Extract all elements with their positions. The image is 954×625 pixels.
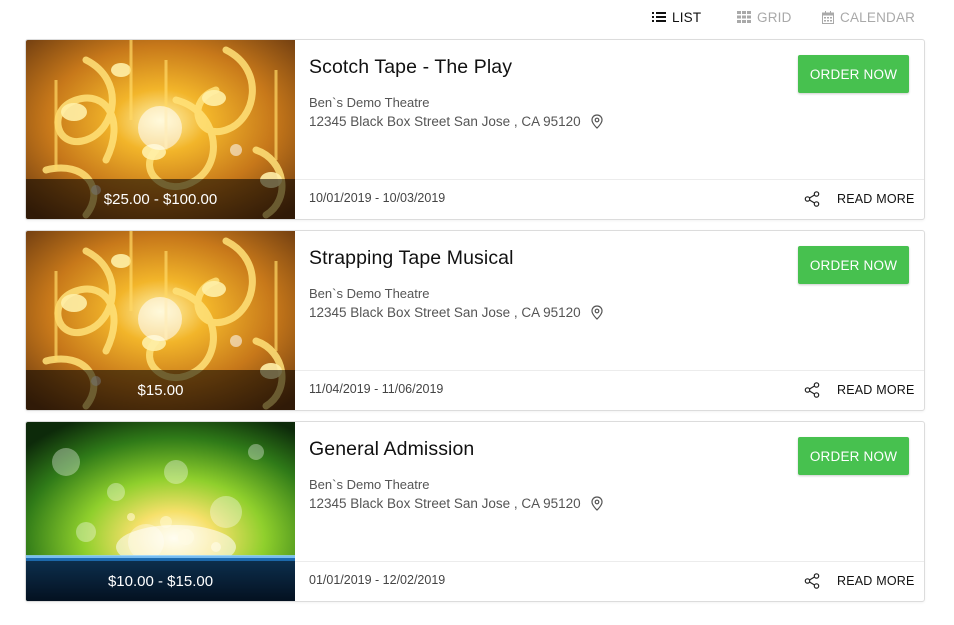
- event-dates: 10/01/2019 - 10/03/2019: [309, 191, 446, 205]
- view-option-list[interactable]: LIST: [652, 8, 701, 26]
- map-pin-icon[interactable]: [591, 114, 603, 129]
- divider: [295, 561, 924, 562]
- event-title[interactable]: Strapping Tape Musical: [309, 247, 514, 270]
- venue-address: 12345 Black Box Street San Jose , CA 951…: [309, 305, 603, 320]
- grid-icon: [737, 11, 751, 23]
- list-icon: [652, 12, 666, 22]
- order-now-button[interactable]: ORDER NOW: [798, 246, 909, 284]
- event-dates: 11/04/2019 - 11/06/2019: [309, 382, 444, 396]
- event-dates: 01/01/2019 - 12/02/2019: [309, 573, 446, 587]
- read-more-link[interactable]: READ MORE: [837, 192, 915, 206]
- divider: [295, 179, 924, 180]
- price-range: $25.00 - $100.00: [26, 179, 295, 219]
- view-switcher: LIST GRID CALENDAR: [0, 0, 954, 34]
- price-range: $10.00 - $15.00: [26, 561, 295, 601]
- view-option-label: LIST: [672, 9, 702, 25]
- calendar-icon: [822, 10, 834, 24]
- map-pin-icon[interactable]: [591, 496, 603, 511]
- view-option-grid[interactable]: GRID: [737, 8, 792, 26]
- order-now-button[interactable]: ORDER NOW: [798, 55, 909, 93]
- venue-name: Ben`s Demo Theatre: [309, 477, 430, 492]
- price-range: $15.00: [26, 370, 295, 410]
- event-image[interactable]: $10.00 - $15.00: [26, 422, 295, 601]
- address-text: 12345 Black Box Street San Jose , CA 951…: [309, 496, 581, 511]
- venue-address: 12345 Black Box Street San Jose , CA 951…: [309, 114, 603, 129]
- read-more-link[interactable]: READ MORE: [837, 574, 915, 588]
- address-text: 12345 Black Box Street San Jose , CA 951…: [309, 305, 581, 320]
- order-now-button[interactable]: ORDER NOW: [798, 437, 909, 475]
- event-image[interactable]: $15.00: [26, 231, 295, 410]
- event-card: $15.00 Strapping Tape Musical Ben`s Demo…: [25, 230, 925, 411]
- share-icon[interactable]: [804, 191, 820, 207]
- divider: [295, 370, 924, 371]
- read-more-link[interactable]: READ MORE: [837, 383, 915, 397]
- view-option-calendar[interactable]: CALENDAR: [822, 8, 915, 26]
- event-title[interactable]: Scotch Tape - The Play: [309, 56, 512, 79]
- event-info: Strapping Tape Musical Ben`s Demo Theatr…: [295, 231, 924, 410]
- map-pin-icon[interactable]: [591, 305, 603, 320]
- share-icon[interactable]: [804, 573, 820, 589]
- view-option-label: GRID: [757, 9, 792, 25]
- view-option-label: CALENDAR: [840, 9, 916, 25]
- venue-address: 12345 Black Box Street San Jose , CA 951…: [309, 496, 603, 511]
- event-title[interactable]: General Admission: [309, 438, 474, 461]
- venue-name: Ben`s Demo Theatre: [309, 286, 430, 301]
- address-text: 12345 Black Box Street San Jose , CA 951…: [309, 114, 581, 129]
- event-info: General Admission Ben`s Demo Theatre 123…: [295, 422, 924, 601]
- event-image[interactable]: $25.00 - $100.00: [26, 40, 295, 219]
- event-info: Scotch Tape - The Play Ben`s Demo Theatr…: [295, 40, 924, 219]
- venue-name: Ben`s Demo Theatre: [309, 95, 430, 110]
- event-card: $25.00 - $100.00 Scotch Tape - The Play …: [25, 39, 925, 220]
- share-icon[interactable]: [804, 382, 820, 398]
- event-card: $10.00 - $15.00 General Admission Ben`s …: [25, 421, 925, 602]
